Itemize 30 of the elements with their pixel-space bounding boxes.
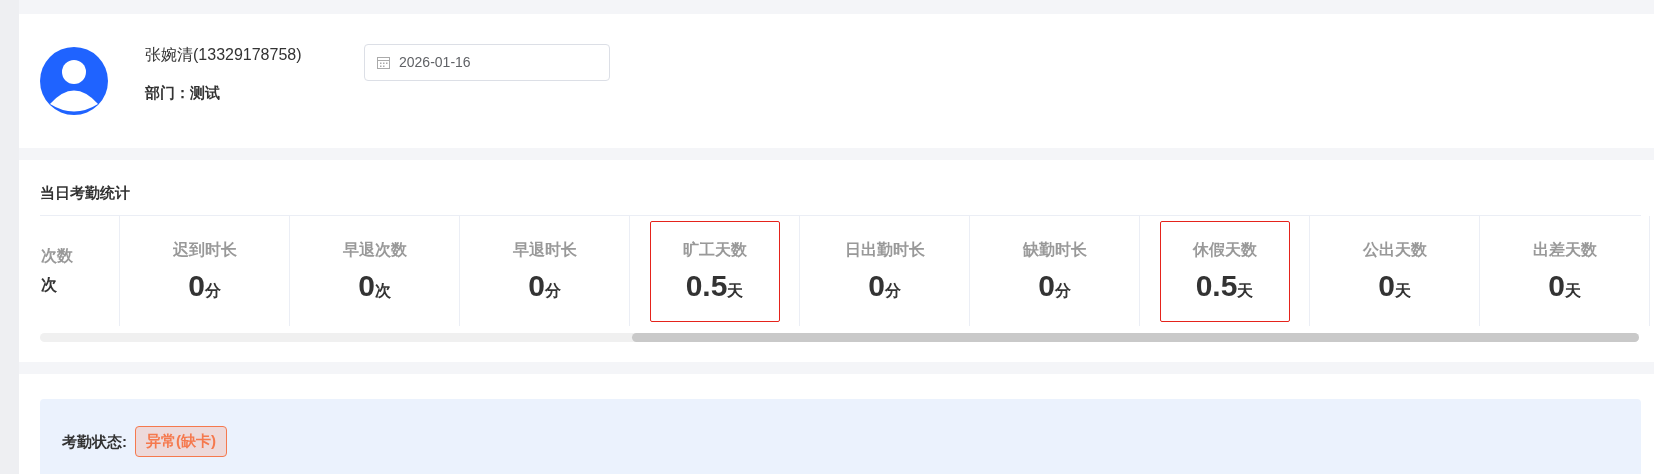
stat-label: 早退次数 xyxy=(342,239,407,260)
stat-label: 出差天数 xyxy=(1532,239,1597,260)
avatar-icon xyxy=(40,47,108,115)
stat-label: 迟到时长 xyxy=(172,239,237,260)
stat-value: 0分 xyxy=(868,268,901,303)
stat-label: 公出天数 xyxy=(1362,239,1427,260)
stat-value: 次 xyxy=(41,275,57,295)
stat-label: 休假天数 xyxy=(1192,239,1257,260)
stat-value: 0次 xyxy=(358,268,391,303)
section-title: 当日考勤统计 xyxy=(40,184,131,203)
stat-label: 次数 xyxy=(41,246,73,266)
stat-value: 0.5天 xyxy=(685,268,744,303)
stat-value: 0.5天 xyxy=(1195,268,1254,303)
stat-value: 0天 xyxy=(1378,268,1411,303)
stat-value: 0天 xyxy=(1548,268,1581,303)
stat-label: 旷工天数 xyxy=(682,239,747,260)
department-label: 部门： xyxy=(145,84,190,103)
stat-label: 日出勤时长 xyxy=(844,239,925,260)
date-field[interactable]: 2026-01-16 xyxy=(364,43,610,81)
scrollbar-thumb[interactable] xyxy=(632,333,1639,342)
calendar-icon xyxy=(377,55,390,69)
status-tag: 异常(缺卡) xyxy=(135,426,227,457)
stat-label: 缺勤时长 xyxy=(1022,239,1087,260)
status-label: 考勤状态: xyxy=(62,433,127,452)
stat-value: 0分 xyxy=(1038,268,1071,303)
stat-value: 0分 xyxy=(188,268,221,303)
stat-value: 0分 xyxy=(528,268,561,303)
employee-name: 张婉清(13329178758) xyxy=(145,45,303,65)
stat-label: 早退时长 xyxy=(512,239,577,260)
department-value: 测试 xyxy=(190,84,220,103)
